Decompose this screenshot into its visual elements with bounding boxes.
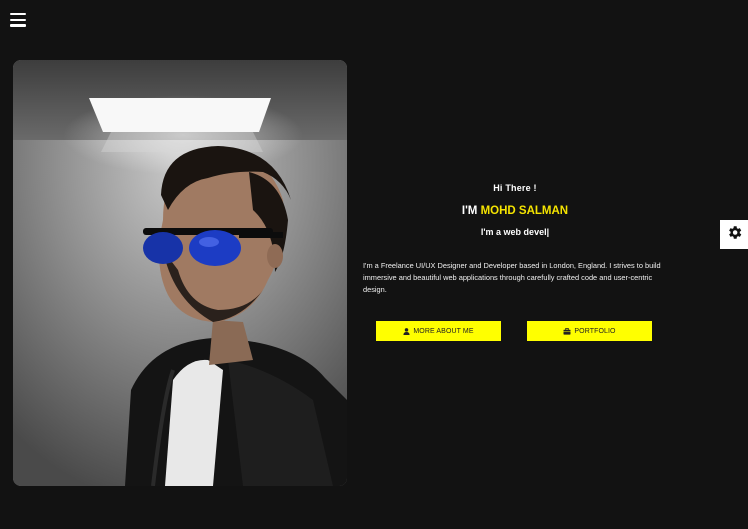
more-about-me-button[interactable]: MORE ABOUT ME xyxy=(376,321,501,341)
portfolio-label: PORTFOLIO xyxy=(574,327,616,335)
name-highlight: MOHD SALMAN xyxy=(480,205,569,217)
briefcase-icon xyxy=(563,327,571,335)
greeting-text: Hi There ! xyxy=(493,183,537,193)
page: Hi There ! I'M MOHD SALMAN I'm a web dev… xyxy=(0,0,748,529)
hamburger-menu-icon[interactable] xyxy=(10,13,26,29)
more-about-me-label: MORE ABOUT ME xyxy=(413,327,474,335)
typed-role-text: I'm a web devel| xyxy=(480,227,550,237)
gear-icon xyxy=(726,224,743,246)
name-prefix: I'M xyxy=(461,205,481,217)
bio-paragraph: I'm a Freelance UI/UX Designer and Devel… xyxy=(363,261,661,294)
hero-text: Hi There ! I'M MOHD SALMAN I'm a web dev… xyxy=(360,180,670,237)
profile-photo xyxy=(13,60,347,486)
user-icon xyxy=(403,327,410,335)
name-heading: I'M MOHD SALMAN xyxy=(360,205,670,217)
portfolio-button[interactable]: PORTFOLIO xyxy=(527,321,652,341)
settings-button[interactable] xyxy=(720,220,748,249)
